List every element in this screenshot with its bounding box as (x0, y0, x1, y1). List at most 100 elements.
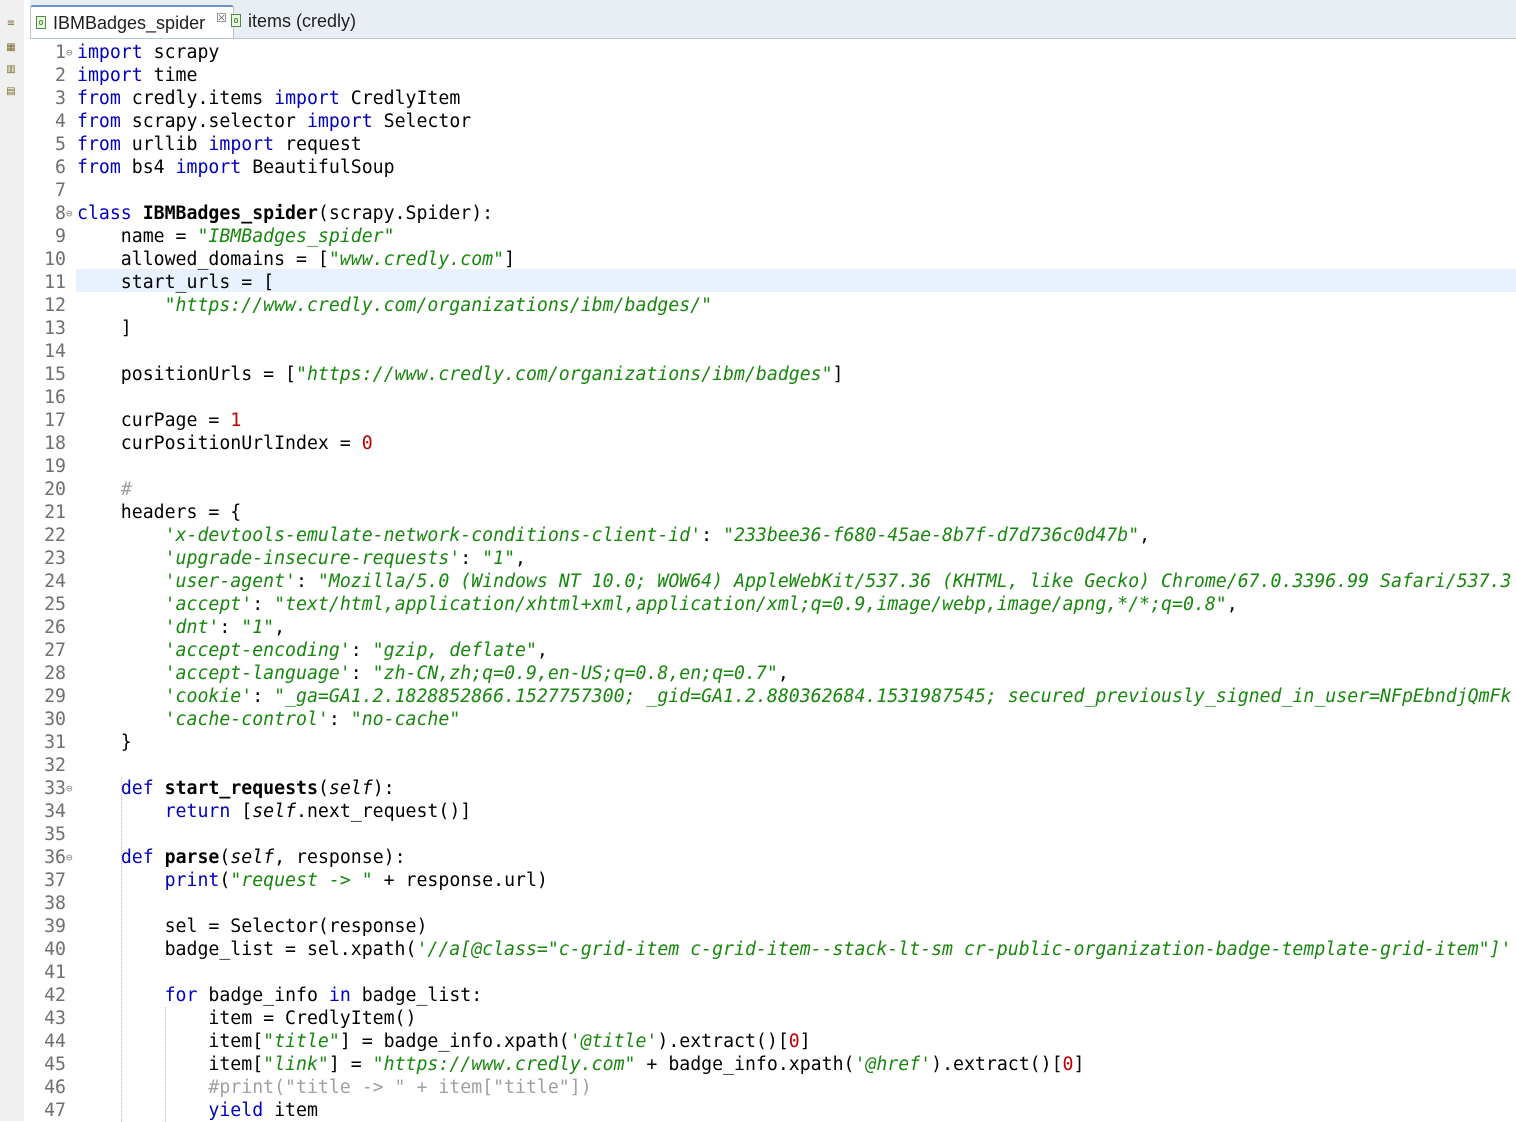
code-line[interactable]: 47 yield item (30, 1099, 1516, 1122)
code-line[interactable]: 37 print("request -> " + response.url) (30, 869, 1516, 892)
indent-guide (121, 777, 122, 1122)
code-line[interactable]: 26 'dnt': "1", (30, 616, 1516, 639)
line-number: 23 (44, 548, 66, 569)
code-token: , response): (274, 847, 406, 868)
tab-label: items (credly) (248, 11, 357, 31)
code-line[interactable]: 3 from credly.items import CredlyItem (30, 87, 1516, 110)
code-token: allowed_domains = [ (77, 249, 329, 270)
code-line[interactable]: 40 badge_list = sel.xpath('//a[@class="c… (30, 938, 1516, 961)
code-line[interactable]: 35 (30, 823, 1516, 846)
code-line[interactable]: 36 ⊖ def parse(self, response): (30, 846, 1516, 869)
code-line[interactable]: 43 item = CredlyItem() (30, 1007, 1516, 1030)
code-line[interactable]: 1 ⊖ import scrapy (30, 41, 1516, 64)
code-line[interactable]: 17 curPage = 1 (30, 409, 1516, 432)
code-token: 'x-devtools-emulate-network-conditions-c… (164, 525, 702, 546)
code-line[interactable]: 41 (30, 961, 1516, 984)
code-token: curPage = (77, 410, 231, 431)
code-line[interactable]: 46 #print("title -> " + item["title"]) (30, 1076, 1516, 1099)
line-number: 40 (44, 939, 66, 960)
code-line[interactable]: 12 "https://www.credly.com/organizations… (30, 294, 1516, 317)
code-line[interactable]: 25 'accept': "text/html,application/xhtm… (30, 593, 1516, 616)
code-token: for (164, 985, 198, 1006)
code-line[interactable]: 16 (30, 386, 1516, 409)
code-text: #print("title -> " + item["title"]) (77, 1076, 591, 1099)
code-line[interactable]: 42 for badge_info in badge_list: (30, 984, 1516, 1007)
code-line[interactable]: 44 item["title"] = badge_info.xpath('@ti… (30, 1030, 1516, 1053)
code-line[interactable]: 19 (30, 455, 1516, 478)
code-token: ] (832, 364, 844, 385)
code-token: item = CredlyItem() (77, 1008, 417, 1029)
code-token: urllib (120, 134, 209, 155)
code-line[interactable]: 31 } (30, 731, 1516, 754)
code-token: from (77, 157, 121, 178)
code-line[interactable]: 28 'accept-language': "zh-CN,zh;q=0.9,en… (30, 662, 1516, 685)
line-number: 19 (44, 456, 66, 477)
code-token: import (77, 42, 143, 63)
fold-toggle-icon[interactable]: ⊖ (66, 202, 76, 225)
code-line[interactable]: 29 'cookie': "_ga=GA1.2.1828852866.15277… (30, 685, 1516, 708)
package-icon[interactable]: ▦ (4, 42, 18, 54)
code-line[interactable]: 14 (30, 340, 1516, 363)
line-number: 5 (55, 134, 66, 155)
code-line[interactable]: 11 start_urls = [ (30, 271, 1516, 294)
code-line[interactable]: 23 'upgrade-insecure-requests': "1", (30, 547, 1516, 570)
code-token: "_ga=GA1.2.1828852866.1527757300; _gid=G… (274, 686, 1512, 707)
code-token: return (164, 801, 231, 822)
code-token: } (77, 732, 132, 753)
code-token: CredlyItem (339, 88, 461, 109)
code-line[interactable]: 13 ] (30, 317, 1516, 340)
code-line[interactable]: 34 return [self.next_request()] (30, 800, 1516, 823)
code-token: import (274, 88, 340, 109)
code-token: scrapy (142, 42, 220, 63)
line-number: 39 (44, 916, 66, 937)
code-line[interactable]: 10 allowed_domains = ["www.credly.com"] (30, 248, 1516, 271)
code-token: item[ (77, 1054, 264, 1075)
code-line[interactable]: 38 (30, 892, 1516, 915)
code-line[interactable]: 20 # (30, 478, 1516, 501)
code-line[interactable]: 5 from urllib import request (30, 133, 1516, 156)
code-line[interactable]: 2 import time (30, 64, 1516, 87)
code-line[interactable]: 22 'x-devtools-emulate-network-condition… (30, 524, 1516, 547)
code-line[interactable]: 8 ⊖ class IBMBadges_spider(scrapy.Spider): (30, 202, 1516, 225)
line-number: 30 (44, 709, 66, 730)
code-line[interactable]: 33 ⊖ def start_requests(self): (30, 777, 1516, 800)
fold-toggle-icon[interactable]: ⊖ (66, 846, 76, 869)
code-token: curPositionUrlIndex = (77, 433, 362, 454)
line-number: 12 (44, 295, 66, 316)
fold-toggle-icon[interactable]: ⊖ (66, 41, 76, 64)
code-token: (scrapy.Spider): (317, 203, 494, 224)
line-number: 34 (44, 801, 66, 822)
code-line[interactable]: 27 'accept-encoding': "gzip, deflate", (30, 639, 1516, 662)
tab-items-credly[interactable]: items (credly) (226, 5, 362, 38)
code-token: from (77, 88, 121, 109)
outline-icon[interactable]: ≡ (4, 18, 18, 30)
line-number: 29 (44, 686, 66, 707)
code-editor[interactable]: 1 ⊖ import scrapy 2 import time 3 from credly.… (30, 39, 1516, 1122)
code-text: def start_requests(self): (77, 777, 395, 800)
code-token: "1" (241, 617, 275, 638)
code-line[interactable]: 30 'cache-control': "no-cache" (30, 708, 1516, 731)
code-line[interactable]: 6 from bs4 import BeautifulSoup (30, 156, 1516, 179)
code-token: item[ (77, 1031, 264, 1052)
code-line[interactable]: 15 positionUrls = ["https://www.credly.c… (30, 363, 1516, 386)
code-line[interactable]: 21 headers = { (30, 501, 1516, 524)
code-line[interactable]: 7 (30, 179, 1516, 202)
code-line[interactable]: 39 sel = Selector(response) (30, 915, 1516, 938)
code-line[interactable]: 32 (30, 754, 1516, 777)
tab-ibmbadges-spider[interactable]: IBMBadges_spider ☒ (30, 5, 234, 38)
fold-toggle-icon[interactable]: ⊖ (66, 777, 76, 800)
code-token: ).extract()[ (657, 1031, 789, 1052)
code-line[interactable]: 24 'user-agent': "Mozilla/5.0 (Windows N… (30, 570, 1516, 593)
code-line[interactable]: 18 curPositionUrlIndex = 0 (30, 432, 1516, 455)
code-line[interactable]: 9 name = "IBMBadges_spider" (30, 225, 1516, 248)
members-icon[interactable]: ▤ (4, 86, 18, 98)
code-line[interactable]: 45 item["link"] = "https://www.credly.co… (30, 1053, 1516, 1076)
code-token: badge_list = sel.xpath( (77, 939, 417, 960)
line-number: 31 (44, 732, 66, 753)
line-number: 1 (55, 42, 66, 63)
code-line[interactable]: 4 from scrapy.selector import Selector (30, 110, 1516, 133)
code-token: [ (230, 801, 253, 822)
hierarchy-icon[interactable]: ▥ (4, 64, 18, 76)
